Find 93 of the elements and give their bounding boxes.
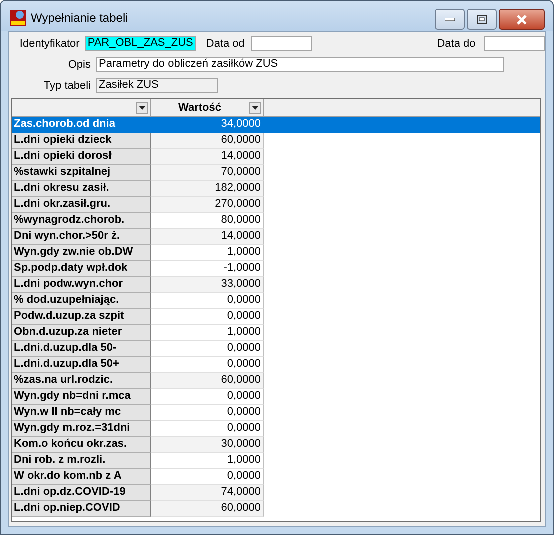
table-cell: Dni rob. z m.rozli. — [12, 453, 151, 469]
table-cell: -1,0000 — [151, 261, 264, 277]
field-label: Typ tabeli — [42, 80, 91, 92]
type-field: Zasiłek ZUS — [96, 78, 218, 93]
table-row[interactable]: L.dni podw.wyn.chor 33,0000 — [12, 277, 540, 293]
table-cell: Obn.d.uzup.za nieter — [12, 325, 151, 341]
maximize-button[interactable] — [467, 9, 497, 30]
close-icon — [516, 14, 528, 24]
table-cell: 182,0000 — [151, 181, 264, 197]
minimize-button[interactable] — [435, 9, 465, 30]
table-cell: Wyn.gdy m.roz.=31dni — [12, 421, 151, 437]
table-cell: 60,0000 — [151, 133, 264, 149]
table-cell: 70,0000 — [151, 165, 264, 181]
table-row[interactable]: L.dni okr.zasił.gru. 270,0000 — [12, 197, 540, 213]
table-row[interactable]: L.dni op.dz.COVID-19 74,0000 — [12, 485, 540, 501]
table-row[interactable]: Obn.d.uzup.za nieter 1,0000 — [12, 325, 540, 341]
description-field[interactable]: Parametry do obliczeń zasiłków ZUS — [96, 57, 504, 72]
table-row[interactable]: Wyn.gdy m.roz.=31dni 0,0000 — [12, 421, 540, 437]
table-cell: Kom.o końcu okr.zas. — [12, 437, 151, 453]
table-row[interactable]: L.dni op.niep.COVID 60,0000 — [12, 501, 540, 517]
table-row[interactable]: Dni wyn.chor.>50r ż. 14,0000 — [12, 229, 540, 245]
table-cell: % dod.uzupełniając. — [12, 293, 151, 309]
table-cell: Dni wyn.chor.>50r ż. — [12, 229, 151, 245]
table-cell: Sp.podp.daty wpł.dok — [12, 261, 151, 277]
table-cell: 0,0000 — [151, 389, 264, 405]
date-field[interactable] — [250, 36, 312, 51]
table-row[interactable]: L.dni opieki dzieck 60,0000 — [12, 133, 540, 149]
table-cell: L.dni okr.zasił.gru. — [12, 197, 151, 213]
table-cell: 1,0000 — [151, 245, 264, 261]
table-row[interactable]: %wynagrodz.chorob. 80,0000 — [12, 213, 540, 229]
table-row[interactable]: %zas.na url.rodzic. 60,0000 — [12, 373, 540, 389]
field-label: Opis — [67, 58, 91, 70]
table-row[interactable]: Wyn.gdy nb=dni r.mca 0,0000 — [12, 389, 540, 405]
table-cell: 14,0000 — [151, 149, 264, 165]
table-cell: L.dni op.niep.COVID — [12, 501, 151, 517]
table-row[interactable]: W okr.do kom.nb z A 0,0000 — [12, 469, 540, 485]
table-cell: 0,0000 — [151, 293, 264, 309]
table-cell: 60,0000 — [151, 373, 264, 389]
table-row[interactable]: L.dni.d.uzup.dla 50+ 0,0000 — [12, 357, 540, 373]
table-cell: L.dni.d.uzup.dla 50+ — [12, 357, 151, 373]
identifier-field[interactable]: PAR_OBL_ZAS_ZUS — [84, 36, 196, 51]
table-cell: L.dni.d.uzup.dla 50- — [12, 341, 151, 357]
window-title: Wypełnianie tabeli — [31, 11, 130, 25]
table-cell: 0,0000 — [151, 341, 264, 357]
table-cell: 0,0000 — [151, 357, 264, 373]
table-row[interactable]: Kom.o końcu okr.zas. 30,0000 — [12, 437, 540, 453]
table-row[interactable]: L.dni opieki dorosł 14,0000 — [12, 149, 540, 165]
table-cell: 74,0000 — [151, 485, 264, 501]
table-cell: 30,0000 — [151, 437, 264, 453]
table-row[interactable]: %stawki szpitalnej 70,0000 — [12, 165, 540, 181]
table-cell: %stawki szpitalnej — [12, 165, 151, 181]
table-row[interactable]: Wyn.gdy zw.nie ob.DW 1,0000 — [12, 245, 540, 261]
table-cell: Podw.d.uzup.za szpit — [12, 309, 151, 325]
table-cell: L.dni opieki dzieck — [12, 133, 151, 149]
table-cell: 33,0000 — [151, 277, 264, 293]
table-cell: W okr.do kom.nb z A — [12, 469, 151, 485]
table-cell: 0,0000 — [151, 405, 264, 421]
app-icon — [10, 10, 26, 26]
table-cell: L.dni opieki dorosł — [12, 149, 151, 165]
table-cell: 1,0000 — [151, 453, 264, 469]
table-row[interactable]: Dni rob. z m.rozli. 1,0000 — [12, 453, 540, 469]
field-label: Data do — [437, 38, 476, 50]
table-row[interactable]: Sp.podp.daty wpł.dok -1,0000 — [12, 261, 540, 277]
table-cell: Wyn.gdy zw.nie ob.DW — [12, 245, 151, 261]
table-row[interactable]: % dod.uzupełniając. 0,0000 — [12, 293, 540, 309]
table-row[interactable]: L.dni okresu zasił. 182,0000 — [12, 181, 540, 197]
field-label: Data od — [206, 38, 245, 50]
close-button[interactable] — [499, 9, 545, 30]
table-cell: Wyn.gdy nb=dni r.mca — [12, 389, 151, 405]
table-cell: 80,0000 — [151, 213, 264, 229]
table-cell: 0,0000 — [151, 421, 264, 437]
table-cell: %zas.na url.rodzic. — [12, 373, 151, 389]
dropdown-icon[interactable] — [249, 102, 261, 114]
date-field[interactable] — [484, 36, 546, 51]
dropdown-icon[interactable] — [136, 102, 148, 114]
table-cell: 14,0000 — [151, 229, 264, 245]
minimize-icon — [445, 18, 455, 22]
table-cell: L.dni op.dz.COVID-19 — [12, 485, 151, 501]
table-cell: 270,0000 — [151, 197, 264, 213]
table-cell: L.dni okresu zasił. — [12, 181, 151, 197]
table-row[interactable]: Zas.chorob.od dnia 34,0000 — [12, 117, 540, 133]
table-row[interactable]: L.dni.d.uzup.dla 50- 0,0000 — [12, 341, 540, 357]
table-cell: Wyn.w II nb=cały mc — [12, 405, 151, 421]
table-cell: 1,0000 — [151, 325, 264, 341]
maximize-icon — [477, 15, 487, 24]
table-cell: 0,0000 — [151, 469, 264, 485]
table-cell: 0,0000 — [151, 309, 264, 325]
table-row[interactable]: Wyn.w II nb=cały mc 0,0000 — [12, 405, 540, 421]
field-label: Identyfikator — [18, 38, 80, 50]
table-cell: 60,0000 — [151, 501, 264, 517]
table-cell: L.dni podw.wyn.chor — [12, 277, 151, 293]
table-row[interactable]: Podw.d.uzup.za szpit 0,0000 — [12, 309, 540, 325]
table-cell: %wynagrodz.chorob. — [12, 213, 151, 229]
